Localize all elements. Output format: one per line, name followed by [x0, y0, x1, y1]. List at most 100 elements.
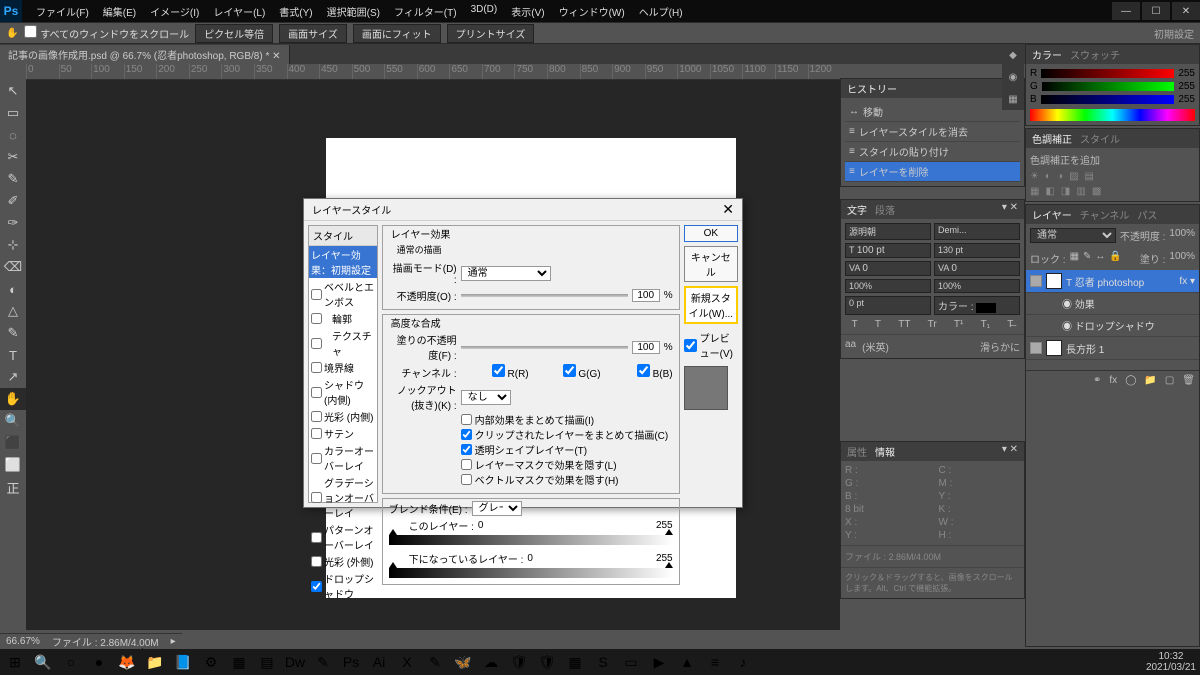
tool-button[interactable]: ◌ [0, 124, 26, 146]
taskbar-icon[interactable]: 🔍 [32, 651, 54, 673]
style-item[interactable]: ドロップシャドウ [309, 570, 377, 602]
taskbar-icon[interactable]: ● [88, 651, 110, 673]
character-tab[interactable]: 文字 [847, 202, 867, 217]
tool-button[interactable]: ⊹ [0, 234, 26, 256]
visibility-icon[interactable] [1030, 275, 1042, 287]
style-item[interactable]: カラーオーバーレイ [309, 442, 377, 474]
bold-button[interactable]: T [852, 319, 858, 330]
history-item[interactable]: ↔移動 [845, 102, 1020, 122]
taskbar-icon[interactable]: 🦋 [452, 651, 474, 673]
visibility-icon[interactable] [1030, 342, 1042, 354]
paths-tab[interactable]: パス [1137, 207, 1157, 222]
taskbar-icon[interactable]: ✎ [424, 651, 446, 673]
taskbar-icon[interactable]: ▲ [676, 651, 698, 673]
taskbar-icon[interactable]: 🛡 [536, 651, 558, 673]
channels-tab[interactable]: チャンネル [1080, 207, 1130, 222]
menu-item[interactable]: ファイル(F) [30, 1, 95, 22]
strip-icon[interactable]: ◆ [1002, 44, 1024, 66]
style-item[interactable]: パターンオーバーレイ [309, 521, 377, 553]
color-tab[interactable]: カラー [1032, 47, 1062, 62]
taskbar-icon[interactable]: 📁 [144, 651, 166, 673]
tool-button[interactable]: ✐ [0, 190, 26, 212]
fill-opacity-input[interactable] [632, 341, 660, 354]
paragraph-tab[interactable]: 段落 [875, 202, 895, 217]
layer-row[interactable]: 長方形 1 [1026, 337, 1199, 360]
taskbar-icon[interactable]: X [396, 651, 418, 673]
tool-button[interactable]: △ [0, 300, 26, 322]
blend-mode-select[interactable]: 通常 [1030, 228, 1116, 243]
tool-button[interactable]: 正 [0, 476, 26, 498]
layer-fill-input[interactable]: 100% [1169, 251, 1195, 266]
style-item[interactable]: 境界線 [309, 359, 377, 376]
tab-close-icon[interactable]: ✕ [272, 51, 280, 62]
style-item[interactable]: シャドウ (内側) [309, 376, 377, 408]
taskbar-icon[interactable]: ♪ [732, 651, 754, 673]
knockout-select[interactable]: なし [461, 390, 511, 405]
tracking-input[interactable]: VA 0 [934, 261, 1020, 276]
tool-button[interactable]: 🔍 [0, 410, 26, 432]
new-layer-icon[interactable]: ▢ [1165, 375, 1174, 386]
vscale-input[interactable]: 100% [845, 279, 931, 293]
font-size-input[interactable]: T 100 pt [845, 243, 931, 258]
tool-button[interactable]: ↗ [0, 366, 26, 388]
font-weight-select[interactable]: Demi... [934, 223, 1020, 240]
channel-g-checkbox[interactable]: G(G) [533, 364, 601, 380]
opacity-input[interactable] [632, 289, 660, 302]
tool-button[interactable]: ⬛ [0, 432, 26, 454]
hscale-input[interactable]: 100% [934, 279, 1020, 293]
taskbar-icon[interactable]: Ai [368, 651, 390, 673]
advanced-option[interactable]: 内部効果をまとめて描画(I) [461, 412, 673, 427]
menu-item[interactable]: ウィンドウ(W) [553, 1, 631, 22]
menu-item[interactable]: イメージ(I) [144, 1, 205, 22]
menu-item[interactable]: 編集(E) [97, 1, 142, 22]
font-family-select[interactable]: 源明朝 [845, 223, 931, 240]
blend-mode-select[interactable]: 通常 [461, 266, 551, 281]
aa-select[interactable]: 滑らかに [980, 339, 1020, 354]
taskbar-icon[interactable]: ✎ [312, 651, 334, 673]
style-item[interactable]: 輪郭 [309, 310, 377, 327]
tool-button[interactable]: ◐ [0, 278, 26, 300]
history-item[interactable]: ≡レイヤーを削除 [845, 162, 1020, 182]
history-tab[interactable]: ヒストリー [847, 81, 897, 96]
cancel-button[interactable]: キャンセル [684, 246, 738, 282]
b-slider[interactable] [1041, 95, 1175, 104]
tool-button[interactable]: ⬜ [0, 454, 26, 476]
style-item[interactable]: レイヤー効果：初期設定 [309, 246, 377, 278]
swatches-tab[interactable]: スウォッチ [1070, 47, 1120, 62]
menu-item[interactable]: ヘルプ(H) [633, 1, 689, 22]
strip-icon[interactable]: ◉ [1002, 66, 1024, 88]
tool-button[interactable]: ✂ [0, 146, 26, 168]
layer-mask-icon[interactable]: ◯ [1125, 375, 1136, 386]
spectrum-ramp[interactable] [1030, 109, 1195, 121]
taskbar-icon[interactable]: ▤ [256, 651, 278, 673]
taskbar-icon[interactable]: ☁ [480, 651, 502, 673]
scroll-all-checkbox[interactable]: すべてのウィンドウをスクロール [24, 25, 189, 41]
zoom-level[interactable]: 66.67% [6, 636, 40, 647]
style-item[interactable]: 光彩 (内側) [309, 408, 377, 425]
maximize-button[interactable]: ☐ [1142, 2, 1170, 20]
system-clock[interactable]: 10:322021/03/21 [1146, 651, 1196, 673]
baseline-input[interactable]: 0 pt [845, 296, 931, 315]
print-size-button[interactable]: プリントサイズ [447, 24, 535, 43]
style-item[interactable]: テクスチャ [309, 327, 377, 359]
info-tab[interactable]: 情報 [875, 444, 895, 459]
fill-opacity-slider[interactable] [461, 346, 628, 349]
layer-fx-icon[interactable]: fx [1109, 375, 1117, 386]
fill-screen-button[interactable]: 画面にフィット [353, 24, 441, 43]
tool-button[interactable]: T [0, 344, 26, 366]
channel-r-checkbox[interactable]: R(R) [461, 364, 529, 380]
dialog-close-icon[interactable]: ✕ [722, 201, 734, 218]
taskbar-icon[interactable]: Ps [340, 651, 362, 673]
tool-button[interactable]: ✑ [0, 212, 26, 234]
strip-icon[interactable]: ▦ [1002, 88, 1024, 110]
taskbar-icon[interactable]: ≡ [704, 651, 726, 673]
taskbar-icon[interactable]: 📘 [172, 651, 194, 673]
under-layer-slider[interactable] [389, 568, 673, 578]
style-item[interactable]: サテン [309, 425, 377, 442]
kerning-input[interactable]: VA 0 [845, 261, 931, 276]
blendif-select[interactable]: グレー [472, 501, 522, 516]
workspace-label[interactable]: 初期設定 [1154, 26, 1194, 41]
taskbar-icon[interactable]: ⚙ [200, 651, 222, 673]
preview-checkbox[interactable]: プレビュー(V) [684, 330, 738, 360]
tool-button[interactable]: ↖ [0, 80, 26, 102]
